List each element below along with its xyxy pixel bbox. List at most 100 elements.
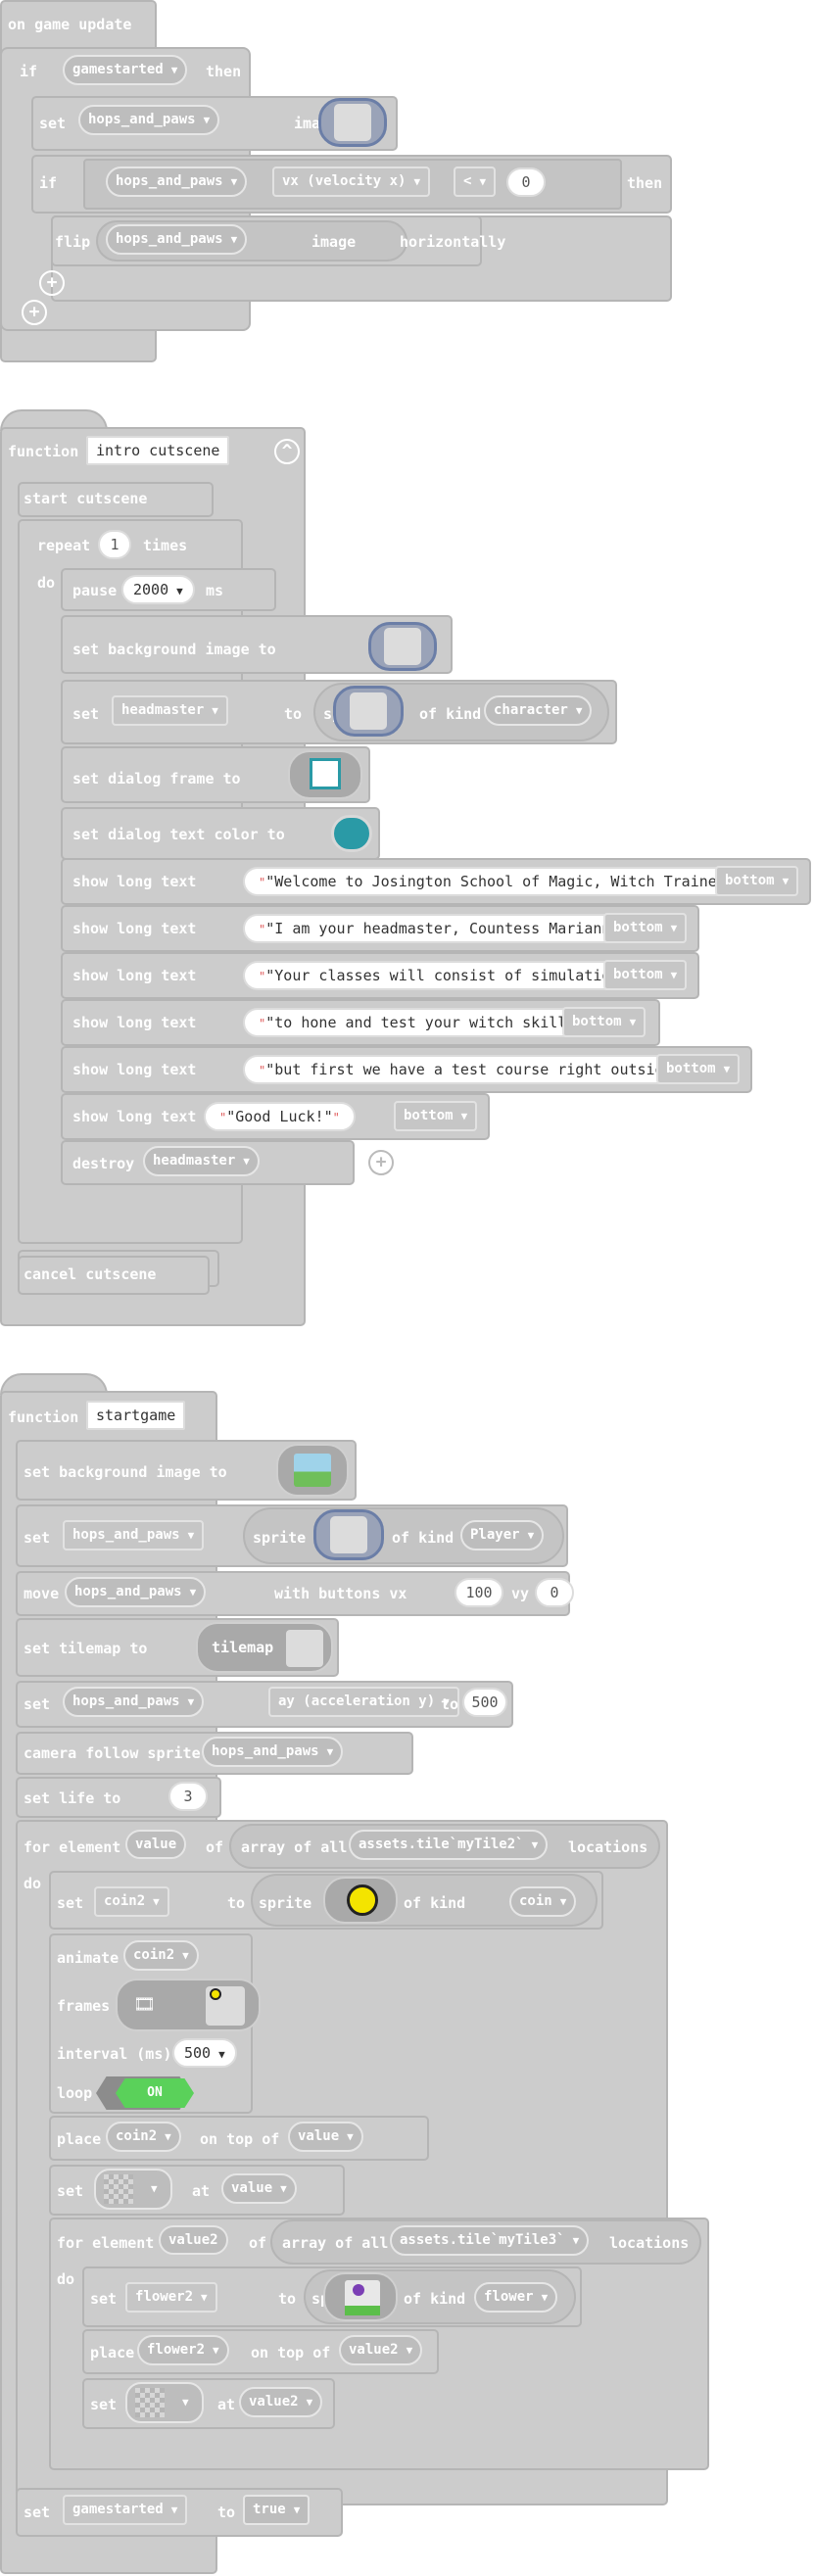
- tile-picker[interactable]: ▼: [125, 2382, 204, 2423]
- interval-value: 500: [184, 2044, 212, 2062]
- number-input[interactable]: 0: [506, 167, 546, 197]
- set-keyword: set: [57, 1894, 84, 1912]
- chevron-down-icon: ▼: [326, 1745, 334, 1758]
- sprite-name: hops_and_paws: [116, 173, 223, 189]
- position-dropdown[interactable]: bottom ▼: [715, 866, 799, 896]
- sprite-dropdown[interactable]: headmaster ▼: [143, 1146, 260, 1176]
- text-input[interactable]: ""Welcome to Josington School of Magic, …: [243, 867, 776, 896]
- sprite-dropdown[interactable]: hops_and_paws ▼: [106, 224, 248, 255]
- property-dropdown[interactable]: vx (velocity x) ▼: [272, 167, 431, 197]
- background-image-picker[interactable]: [276, 1444, 349, 1497]
- tile-dropdown[interactable]: assets.tile`myTile3` ▼: [390, 2225, 590, 2256]
- variable-name: coin2: [104, 1893, 146, 1909]
- location-variable[interactable]: value2 ▼: [339, 2335, 423, 2365]
- frames-keyword: frames: [57, 1997, 111, 2015]
- chevron-down-icon: ▼: [165, 2130, 171, 2143]
- sprite-dropdown[interactable]: hops_and_paws ▼: [202, 1737, 344, 1767]
- tile-picker[interactable]: ▼: [94, 2169, 172, 2210]
- sprite-dropdown[interactable]: coin2 ▼: [123, 1940, 199, 1971]
- position-dropdown[interactable]: bottom ▼: [603, 913, 688, 943]
- text-input[interactable]: ""Your classes will consist of simulatio…: [243, 961, 660, 990]
- sprite-image-picker[interactable]: [333, 686, 404, 737]
- times-keyword: times: [143, 537, 188, 554]
- sprite-name: headmaster: [153, 1153, 236, 1169]
- sprite-dropdown[interactable]: coin2 ▼: [106, 2122, 181, 2152]
- sprite-image-picker[interactable]: [323, 1877, 398, 1924]
- sprite-dropdown[interactable]: hops_and_paws ▼: [65, 1577, 207, 1607]
- position-value: bottom: [666, 1061, 716, 1076]
- text-input[interactable]: ""to hone and test your witch skills,"": [243, 1008, 616, 1037]
- color-swatch[interactable]: [331, 815, 372, 852]
- pause-duration-dropdown[interactable]: 2000 ▼: [121, 575, 195, 604]
- show-long-text-label: show long text: [72, 873, 197, 890]
- show-long-text-label: show long text: [72, 920, 197, 937]
- text-input[interactable]: ""Good Luck!"": [204, 1102, 356, 1131]
- image-picker[interactable]: [318, 98, 387, 147]
- variable-dropdown[interactable]: coin2 ▼: [94, 1886, 169, 1917]
- variable-dropdown[interactable]: headmaster ▼: [112, 695, 228, 726]
- kind-dropdown[interactable]: flower ▼: [474, 2282, 558, 2313]
- transparent-tile-icon: [104, 2174, 133, 2204]
- position-value: bottom: [725, 873, 775, 888]
- location-variable[interactable]: value2 ▼: [239, 2387, 323, 2417]
- vy-input[interactable]: 0: [535, 1578, 574, 1607]
- sprite-dropdown[interactable]: hops_and_paws ▼: [78, 105, 220, 135]
- location-variable[interactable]: value ▼: [221, 2173, 297, 2204]
- add-icon[interactable]: +: [22, 300, 47, 325]
- sprite-dropdown[interactable]: hops_and_paws ▼: [63, 1687, 205, 1717]
- loop-variable[interactable]: value2: [159, 2225, 228, 2255]
- sprite-image-picker[interactable]: [313, 1509, 384, 1560]
- position-dropdown[interactable]: bottom ▼: [394, 1101, 478, 1131]
- dialog-frame-preview: [310, 758, 341, 789]
- interval-dropdown[interactable]: 500 ▼: [172, 2038, 237, 2068]
- chevron-down-icon: ▼: [723, 1063, 731, 1075]
- operator-dropdown[interactable]: < ▼: [454, 167, 497, 197]
- loop-variable[interactable]: value: [125, 1830, 187, 1859]
- loop-toggle[interactable]: ON: [116, 2078, 194, 2108]
- life-input[interactable]: 3: [168, 1782, 208, 1811]
- text-input[interactable]: ""I am your headmaster, Countess Mariann…: [243, 914, 660, 943]
- function-name-input[interactable]: intro cutscene: [86, 436, 230, 465]
- tile-dropdown[interactable]: assets.tile`myTile2` ▼: [349, 1830, 549, 1860]
- variable-dropdown[interactable]: gamestarted ▼: [63, 2495, 188, 2525]
- condition-gamestarted[interactable]: gamestarted ▼: [63, 55, 188, 85]
- background-image-picker[interactable]: [368, 622, 437, 671]
- add-icon[interactable]: +: [39, 270, 65, 296]
- sprite-name: flower2: [147, 2342, 206, 2358]
- acceleration-input[interactable]: 500: [462, 1688, 507, 1717]
- dialog-frame-picker[interactable]: [288, 750, 362, 799]
- location-variable[interactable]: value ▼: [288, 2122, 363, 2152]
- destroy-keyword: destroy: [72, 1155, 135, 1172]
- variable-dropdown[interactable]: flower2 ▼: [125, 2282, 217, 2313]
- collapse-icon[interactable]: ^: [274, 439, 300, 464]
- chevron-down-icon: ▼: [182, 1949, 189, 1962]
- at-keyword: at: [217, 2396, 236, 2413]
- property-dropdown[interactable]: ay (acceleration y) ▼: [268, 1687, 459, 1717]
- position-dropdown[interactable]: bottom ▼: [656, 1054, 741, 1084]
- collapse-icon[interactable]: ^: [231, 1404, 257, 1429]
- text-input[interactable]: ""but first we have a test course right …: [243, 1055, 713, 1084]
- to-keyword: to: [217, 2504, 236, 2521]
- variable-name: flower2: [135, 2289, 194, 2305]
- variable-dropdown[interactable]: hops_and_paws ▼: [63, 1520, 205, 1550]
- sprite-dropdown[interactable]: hops_and_paws ▼: [106, 167, 248, 197]
- sprite-dropdown[interactable]: flower2 ▼: [137, 2335, 229, 2365]
- frames-picker[interactable]: 🎞: [116, 1979, 261, 2031]
- vx-input[interactable]: 100: [455, 1578, 503, 1607]
- position-dropdown[interactable]: bottom ▼: [603, 960, 688, 990]
- vy-keyword: vy: [511, 1585, 530, 1602]
- sprite-name: coin2: [116, 2128, 158, 2144]
- kind-dropdown[interactable]: character ▼: [484, 695, 593, 726]
- sprite-image-picker[interactable]: [323, 2272, 398, 2321]
- position-value: bottom: [613, 920, 663, 935]
- boolean-dropdown[interactable]: true ▼: [243, 2495, 311, 2525]
- chevron-down-icon: ▼: [782, 875, 790, 887]
- tilemap-picker[interactable]: tilemap: [196, 1622, 333, 1673]
- repeat-count-input[interactable]: 1: [98, 530, 131, 559]
- sprite-name: hops_and_paws: [116, 231, 223, 247]
- add-icon[interactable]: +: [368, 1150, 394, 1175]
- kind-dropdown[interactable]: Player ▼: [460, 1520, 545, 1550]
- function-name-input[interactable]: startgame: [86, 1401, 186, 1430]
- kind-dropdown[interactable]: coin ▼: [509, 1886, 577, 1917]
- position-dropdown[interactable]: bottom ▼: [562, 1007, 646, 1037]
